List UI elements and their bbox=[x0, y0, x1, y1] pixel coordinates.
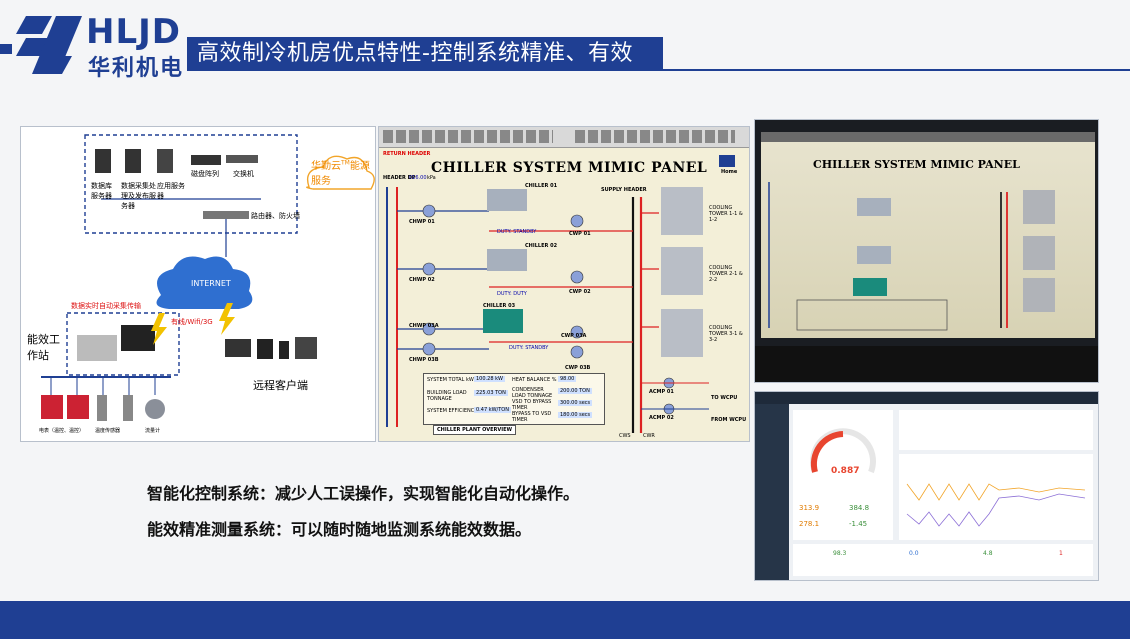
left-accent-stripe bbox=[0, 44, 12, 54]
monitor-screen-piping bbox=[768, 182, 1055, 331]
dashboard-topbar bbox=[755, 392, 1098, 404]
energy-dashboard: 0.887 313.9 384.8 278.1 -1.45 98.3 0.0 4… bbox=[754, 391, 1099, 581]
stat-0-label: SYSTEM TOTAL kW bbox=[427, 377, 474, 383]
station-label: 能效工作站 bbox=[27, 333, 60, 362]
cloud-service-label: 华勤云TM能源服务 bbox=[311, 159, 370, 187]
chwp-02-label: CHWP 02 bbox=[409, 277, 435, 283]
monitor-screen: CHILLER SYSTEM MIMIC PANEL bbox=[761, 132, 1095, 338]
server-label-app: 应用服务器 bbox=[157, 182, 185, 200]
metric-2: 0.0 bbox=[909, 550, 919, 557]
stat-3-label: HEAT BALANCE % bbox=[512, 377, 557, 383]
server-label-switch: 交换机 bbox=[233, 170, 254, 178]
realtime-label: 数据实时自动采集传输 bbox=[71, 302, 141, 310]
dashboard-sidebar[interactable] bbox=[755, 404, 789, 580]
gauge-icon bbox=[810, 428, 876, 474]
chwp-01-label: CHWP 01 bbox=[409, 219, 435, 225]
chwp-03a-label: CHWP 03A bbox=[409, 323, 439, 329]
stat-1-value: 225.03 TON bbox=[474, 390, 508, 396]
metric-4: 1 bbox=[1059, 550, 1063, 557]
cws-label: CWS bbox=[619, 433, 631, 439]
cwp-03a-label: CWP 03A bbox=[561, 333, 587, 339]
cooling-tower-2: COOLING TOWER 2-1 & 2-2 bbox=[709, 265, 743, 283]
acmp-02-label: ACMP 02 bbox=[649, 415, 674, 421]
metric-1: 98.3 bbox=[833, 550, 847, 557]
gauge-value: 0.887 bbox=[831, 466, 860, 476]
cooling-tower-3: COOLING TOWER 3-1 & 3-2 bbox=[709, 325, 743, 343]
dash-value-3: 278.1 bbox=[799, 520, 820, 528]
hljd-logo-icon bbox=[16, 16, 82, 74]
sensor-label-flow: 流量计 bbox=[145, 428, 161, 434]
stat-2-label: SYSTEM EFFICIENCY bbox=[427, 408, 478, 414]
chiller-plant-overview-button[interactable]: CHILLER PLANT OVERVIEW bbox=[433, 425, 517, 435]
bullet-smart-control: 智能化控制系统：减少人工误操作，实现智能化自动化操作。 bbox=[147, 484, 580, 503]
bottom-metrics-card: 98.3 0.0 4.8 1 bbox=[793, 544, 1093, 576]
stat-2-value: 0.47 kW/TON bbox=[474, 407, 511, 413]
duty-01: DUTY: STANDBY bbox=[497, 229, 537, 235]
chiller-01-label: CHILLER 01 bbox=[525, 183, 558, 189]
slide-title: 高效制冷机房优点特性-控制系统精准、有效 bbox=[187, 37, 663, 71]
cwr-label: CWR bbox=[643, 433, 655, 439]
footer-bar bbox=[0, 601, 1130, 639]
stat-5-value: 300.00 secs bbox=[558, 400, 593, 406]
server-label-collect: 数据采集处理及发布服务器 bbox=[121, 182, 156, 210]
wireless-label: 有线/Wifi/3G bbox=[171, 318, 213, 326]
dash-value-2: 384.8 bbox=[849, 504, 870, 512]
sensor-label-meter: 电表（温控、温控） bbox=[39, 428, 85, 434]
cwp-01-label: CWP 01 bbox=[569, 231, 591, 237]
trend-chart-card bbox=[899, 454, 1093, 540]
cwp-03b-label: CWP 03B bbox=[565, 365, 591, 371]
stat-0-value: 100.28 kW bbox=[474, 376, 505, 382]
brand-name-cn: 华利机电 bbox=[88, 56, 185, 81]
chiller-02-label: CHILLER 02 bbox=[525, 243, 558, 249]
server-label-disk: 磁盘阵列 bbox=[191, 170, 219, 178]
firewall-label: 路由器、防火墙 bbox=[251, 212, 300, 220]
bullet-energy-measurement: 能效精准测量系统：可以随时随地监测系统能效数据。 bbox=[147, 520, 532, 539]
trend-chart-lines bbox=[906, 483, 1086, 527]
chiller-03-label: CHILLER 03 bbox=[483, 303, 516, 309]
internet-label: INTERNET bbox=[191, 279, 231, 288]
network-diagram-panel: 数据库服务器 数据采集处理及发布服务器 应用服务器 磁盘阵列 交换机 路由器、防… bbox=[20, 126, 376, 442]
metric-3: 4.8 bbox=[983, 550, 993, 557]
stat-6-value: 180.00 secs bbox=[558, 412, 593, 418]
chwp-03b-label: CHWP 03B bbox=[409, 357, 439, 363]
server-label-db: 数据库服务器 bbox=[91, 182, 112, 200]
monitor-photo: CHILLER SYSTEM MIMIC PANEL bbox=[754, 119, 1099, 383]
duty-03: DUTY: STANDBY bbox=[509, 345, 549, 351]
stat-5-label: VSD TO BYPASS TIMER bbox=[512, 399, 552, 411]
gauge-card: 0.887 313.9 384.8 278.1 -1.45 bbox=[793, 410, 893, 540]
dash-value-4: -1.45 bbox=[849, 520, 868, 528]
summary-card bbox=[899, 410, 1093, 450]
to-wcpu-label: TO WCPU bbox=[711, 395, 738, 401]
cooling-tower-1: COOLING TOWER 1-1 & 1-2 bbox=[709, 205, 743, 223]
dash-value-1: 313.9 bbox=[799, 504, 820, 512]
sensor-label-temp: 温度传感器 bbox=[95, 428, 121, 434]
remote-client-label: 远程客户端 bbox=[253, 379, 308, 392]
duty-02: DUTY: DUTY bbox=[497, 291, 527, 297]
brand-name-en: HLJD bbox=[86, 12, 181, 52]
stat-4-label: CONDENSER LOAD TONNAGE bbox=[512, 387, 553, 399]
stat-6-label: BYPASS TO VSD TIMER bbox=[512, 411, 552, 423]
stat-4-value: 200.00 TON bbox=[558, 388, 592, 394]
chiller-mimic-panel: RETURN HEADER CHILLER SYSTEM MIMIC PANEL… bbox=[378, 126, 750, 442]
cwp-02-label: CWP 02 bbox=[569, 289, 591, 295]
title-underline bbox=[187, 69, 1130, 71]
monitor-bezel bbox=[755, 346, 1098, 382]
from-wcpu-label: FROM WCPU bbox=[711, 417, 747, 423]
stat-3-value: 98.00 bbox=[558, 376, 577, 382]
acmp-01-label: ACMP 01 bbox=[649, 389, 674, 395]
stats-box: SYSTEM TOTAL kW 100.28 kW BUILDING LOAD … bbox=[423, 373, 605, 425]
stat-1-label: BUILDING LOAD TONNAGE bbox=[427, 390, 467, 402]
supply-header-label: SUPPLY HEADER bbox=[601, 187, 647, 193]
